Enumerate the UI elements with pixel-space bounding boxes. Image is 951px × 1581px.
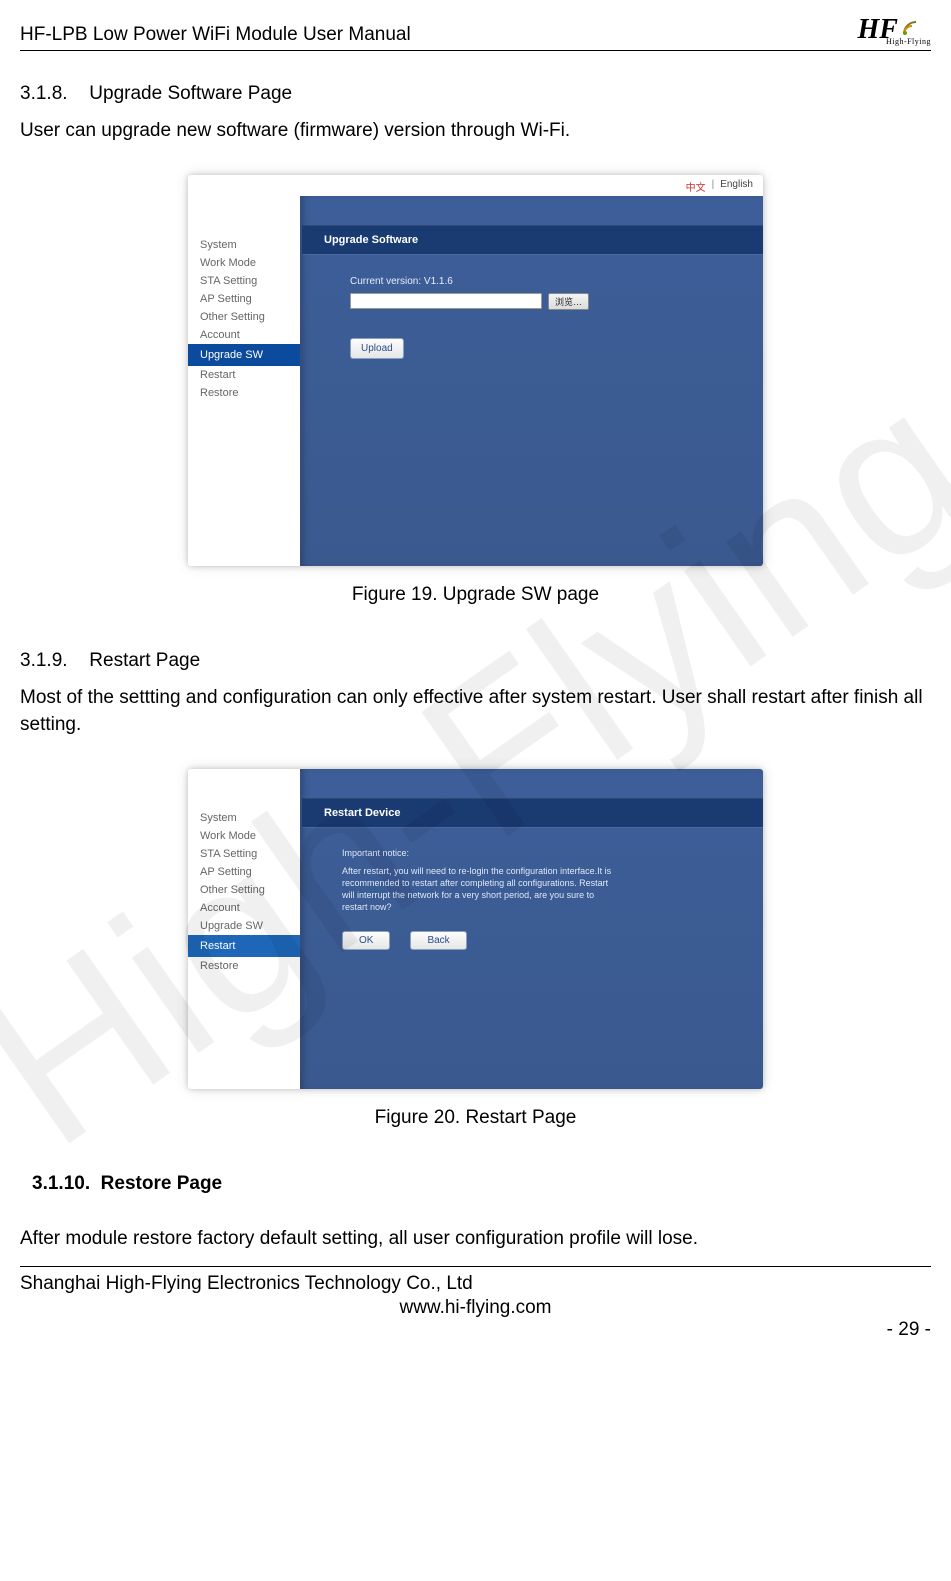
nav-ap-setting[interactable]: AP Setting [188, 290, 300, 308]
page-number: - 29 - [887, 1319, 931, 1341]
sidebar-nav-2: System Work Mode STA Setting AP Setting … [188, 769, 300, 1089]
section-3110-title: Restore Page [101, 1173, 222, 1194]
sidebar-nav: System Work Mode STA Setting AP Setting … [188, 196, 300, 566]
nav-work-mode[interactable]: Work Mode [188, 254, 300, 272]
figure-19-caption: Figure 19. Upgrade SW page [20, 584, 931, 606]
lang-cn-link[interactable]: 中文 [686, 179, 706, 194]
footer-url: www.hi-flying.com [20, 1297, 931, 1319]
panel-title-2: Restart Device [302, 799, 763, 827]
nav-other-setting[interactable]: Other Setting [188, 308, 300, 326]
main-panel-2: Restart Device Important notice: After r… [300, 769, 763, 1089]
nav-account[interactable]: Account [188, 326, 300, 344]
page-footer: Shanghai High-Flying Electronics Technol… [20, 1266, 931, 1319]
nav-ap-setting-2[interactable]: AP Setting [188, 863, 300, 881]
nav-work-mode-2[interactable]: Work Mode [188, 827, 300, 845]
doc-title: HF-LPB Low Power WiFi Module User Manual [20, 24, 411, 46]
lang-separator: | [712, 179, 715, 194]
file-path-input[interactable] [350, 293, 542, 309]
section-319-title: Restart Page [89, 650, 200, 671]
footer-company: Shanghai High-Flying Electronics Technol… [20, 1273, 931, 1295]
figure-19: 中文 | English System Work Mode STA Settin… [188, 175, 763, 566]
section-319-heading: 3.1.9. Restart Page [20, 650, 931, 672]
version-label: Current version: V1.1.6 [350, 276, 741, 287]
main-panel: Upgrade Software Current version: V1.1.6… [300, 196, 763, 566]
nav-upgrade-sw-2[interactable]: Upgrade SW [188, 917, 300, 935]
upload-button[interactable]: Upload [350, 338, 404, 359]
nav-sta-setting[interactable]: STA Setting [188, 272, 300, 290]
figure-20: System Work Mode STA Setting AP Setting … [188, 769, 763, 1089]
logo-subtext: High-Flying [886, 37, 931, 46]
section-319-num: 3.1.9. [20, 650, 84, 672]
nav-other-setting-2[interactable]: Other Setting [188, 881, 300, 899]
nav-system-2[interactable]: System [188, 809, 300, 827]
page-header: HF-LPB Low Power WiFi Module User Manual… [20, 0, 931, 51]
nav-restore-2[interactable]: Restore [188, 957, 300, 975]
section-319-text: Most of the settting and configuration c… [20, 684, 931, 739]
lang-en-link[interactable]: English [720, 179, 753, 194]
back-button[interactable]: Back [410, 931, 466, 950]
section-318-title: Upgrade Software Page [89, 83, 292, 104]
browse-button[interactable]: 浏览… [548, 293, 589, 310]
ok-button[interactable]: OK [342, 931, 390, 950]
section-3110-heading: 3.1.10. Restore Page [32, 1173, 931, 1195]
panel-title: Upgrade Software [302, 226, 763, 254]
logo: HF High-Flying [857, 14, 931, 46]
section-318-num: 3.1.8. [20, 83, 84, 105]
figure-20-caption: Figure 20. Restart Page [20, 1107, 931, 1129]
notice-body: After restart, you will need to re-login… [342, 866, 611, 912]
section-3110-text: After module restore factory default set… [20, 1225, 931, 1253]
nav-upgrade-sw[interactable]: Upgrade SW [188, 344, 300, 366]
nav-account-2[interactable]: Account [188, 899, 300, 917]
nav-restart-2[interactable]: Restart [188, 935, 300, 957]
nav-sta-setting-2[interactable]: STA Setting [188, 845, 300, 863]
notice-title: Important notice: [342, 847, 612, 859]
nav-system[interactable]: System [188, 236, 300, 254]
lang-switch: 中文 | English [188, 175, 763, 196]
section-318-heading: 3.1.8. Upgrade Software Page [20, 83, 931, 105]
section-318-text: User can upgrade new software (firmware)… [20, 117, 931, 145]
nav-restore[interactable]: Restore [188, 384, 300, 402]
section-3110-num: 3.1.10. [32, 1173, 90, 1194]
nav-restart[interactable]: Restart [188, 366, 300, 384]
